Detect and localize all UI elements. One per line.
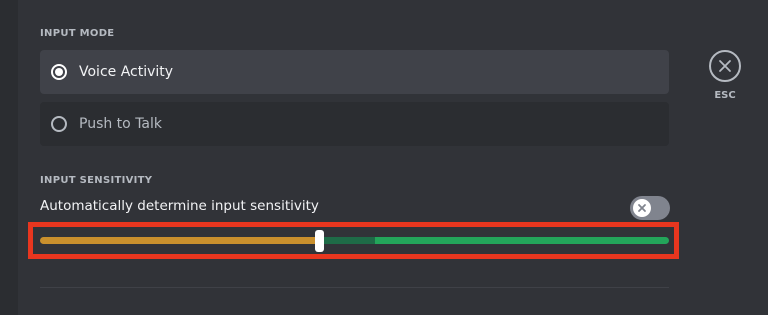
voice-activity-label: Voice Activity [79,64,174,80]
esc-label: ESC [714,90,736,101]
input-sensitivity-title: INPUT SENSITIVITY [40,175,153,186]
slider-below-threshold [40,237,320,244]
auto-sensitivity-label: Automatically determine input sensitivit… [40,198,319,214]
sidebar-edge [0,0,18,315]
push-to-talk-option[interactable]: Push to Talk [40,102,669,146]
section-divider [40,287,669,288]
close-icon [719,60,731,72]
input-mode-title: INPUT MODE [40,28,115,39]
slider-voice-level [320,237,375,244]
voice-settings-page: INPUT MODE Voice Activity Push to Talk E… [0,0,768,315]
slider-above-threshold [375,237,669,244]
push-to-talk-label: Push to Talk [79,116,163,132]
radio-checked-icon [51,64,67,80]
auto-sensitivity-toggle[interactable] [630,196,670,220]
voice-activity-option[interactable]: Voice Activity [40,50,669,94]
radio-unchecked-icon [51,116,67,132]
toggle-knob [633,199,651,217]
esc-control: ESC [706,50,744,101]
sensitivity-slider-handle[interactable] [315,230,324,252]
toggle-off-x-icon [638,204,646,212]
close-button[interactable] [709,50,741,82]
sensitivity-slider-track[interactable] [40,237,669,244]
